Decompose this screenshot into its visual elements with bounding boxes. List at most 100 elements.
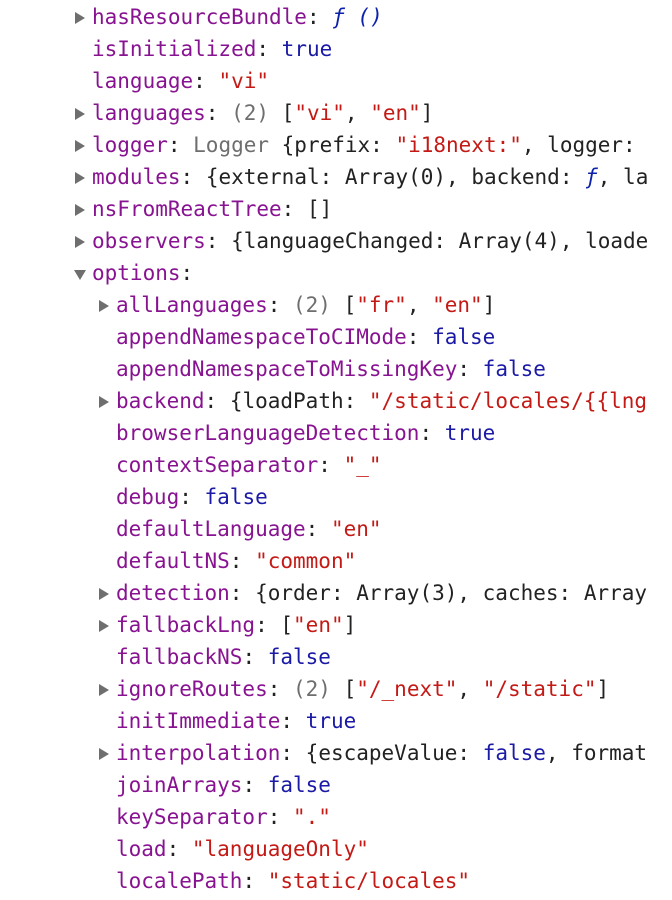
collapsed-triangle-icon[interactable]	[75, 172, 85, 184]
property-row-allLanguages[interactable]: allLanguages: (2) ["fr", "en"]	[0, 289, 672, 321]
value-bool: false	[267, 645, 331, 669]
property-row-fallbackNS: fallbackNS: false	[0, 641, 672, 673]
property-line: contextSeparator: "_"	[116, 449, 382, 481]
value-bool: true	[305, 709, 357, 733]
value-str: "vi"	[218, 69, 270, 93]
value-str: "/_next"	[356, 677, 458, 701]
colon: :	[281, 197, 307, 221]
property-row-appendNamespaceToMissingKey: appendNamespaceToMissingKey: false	[0, 353, 672, 385]
colon: :	[280, 741, 306, 765]
collapsed-triangle-icon[interactable]	[99, 748, 109, 760]
property-line: ignoreRoutes: (2) ["/_next", "/static"]	[116, 673, 609, 705]
property-row-observers[interactable]: observers: {languageChanged: Array(4), l…	[0, 225, 672, 257]
value-p: ,	[457, 677, 483, 701]
property-key: debug	[116, 485, 180, 509]
property-key: backend	[116, 389, 205, 413]
property-row-debug: debug: false	[0, 481, 672, 513]
expanded-triangle-icon[interactable]	[74, 270, 86, 280]
property-row-nsFromReactTree[interactable]: nsFromReactTree: []	[0, 193, 672, 225]
collapsed-triangle-icon[interactable]	[75, 204, 85, 216]
property-row-joinArrays: joinArrays: false	[0, 769, 672, 801]
property-row-load: load: "languageOnly"	[0, 833, 672, 865]
colon: :	[267, 805, 294, 829]
colon: :	[229, 549, 256, 573]
property-line: language: "vi"	[92, 65, 269, 97]
property-row-hasResourceBundle[interactable]: hasResourceBundle: ƒ ()	[0, 1, 672, 33]
colon: :	[242, 869, 268, 893]
property-row-appendNamespaceToCIMode: appendNamespaceToCIMode: false	[0, 321, 672, 353]
colon: :	[179, 485, 205, 509]
value-str: "_"	[343, 453, 382, 477]
property-row-language: language: "vi"	[0, 65, 672, 97]
value-bool: false	[204, 485, 268, 509]
colon: :	[242, 773, 268, 797]
value-p: ,	[406, 293, 433, 317]
property-row-keySeparator: keySeparator: "."	[0, 801, 672, 833]
value-str: "languageOnly"	[191, 837, 369, 861]
colon: :	[193, 69, 219, 93]
colon: :	[305, 517, 331, 541]
value-bool: false	[267, 773, 331, 797]
property-line: modules: {external: Array(0), backend: ƒ…	[92, 161, 648, 193]
value-str: "en"	[293, 613, 344, 637]
property-row-initImmediate: initImmediate: true	[0, 705, 672, 737]
property-row-interpolation[interactable]: interpolation: {escapeValue: false, form…	[0, 737, 672, 769]
value-fn: ƒ	[585, 165, 598, 189]
collapsed-triangle-icon[interactable]	[99, 588, 109, 600]
collapsed-triangle-icon[interactable]	[99, 396, 109, 408]
collapsed-triangle-icon[interactable]	[75, 140, 85, 152]
property-row-browserLanguageDetection: browserLanguageDetection: true	[0, 417, 672, 449]
property-line: fallbackLng: ["en"]	[116, 609, 356, 641]
property-key: fallbackLng	[116, 613, 256, 637]
property-key: appendNamespaceToMissingKey	[116, 357, 458, 381]
property-row-languages[interactable]: languages: (2) ["vi", "en"]	[0, 97, 672, 129]
colon: :	[180, 165, 206, 189]
collapsed-triangle-icon[interactable]	[75, 236, 85, 248]
property-row-ignoreRoutes[interactable]: ignoreRoutes: (2) ["/_next", "/static"]	[0, 673, 672, 705]
property-line: isInitialized: true	[92, 33, 332, 65]
property-key: allLanguages	[116, 293, 268, 317]
property-row-options[interactable]: options:	[0, 257, 672, 289]
value-p: , format	[545, 741, 648, 765]
property-row-modules[interactable]: modules: {external: Array(0), backend: ƒ…	[0, 161, 672, 193]
property-line: interpolation: {escapeValue: false, form…	[116, 737, 647, 769]
value-bool: false	[482, 357, 546, 381]
property-row-logger[interactable]: logger: Logger {prefix: "i18next:", logg…	[0, 129, 672, 161]
value-str: "i18next:"	[395, 133, 522, 157]
property-row-fallbackLng[interactable]: fallbackLng: ["en"]	[0, 609, 672, 641]
value-p: {languageChanged: Array(4), loade	[231, 229, 649, 253]
property-row-detection[interactable]: detection: {order: Array(3), caches: Arr…	[0, 577, 672, 609]
collapsed-triangle-icon[interactable]	[99, 620, 109, 632]
property-key: appendNamespaceToCIMode	[116, 325, 407, 349]
property-key: hasResourceBundle	[92, 5, 307, 29]
property-key: joinArrays	[116, 773, 243, 797]
property-key: defaultNS	[116, 549, 230, 573]
property-line: hasResourceBundle: ƒ ()	[92, 1, 383, 33]
value-str: "en"	[432, 293, 483, 317]
property-line: backend: {loadPath: "/static/locales/{{l…	[116, 385, 647, 417]
value-p: [	[330, 677, 357, 701]
value-fn: ƒ ()	[332, 5, 383, 29]
property-key: isInitialized	[92, 37, 257, 61]
colon: :	[229, 581, 256, 605]
property-line: fallbackNS: false	[116, 641, 331, 673]
collapsed-triangle-icon[interactable]	[99, 300, 109, 312]
value-bool: false	[482, 741, 546, 765]
property-row-backend[interactable]: backend: {loadPath: "/static/locales/{{l…	[0, 385, 672, 417]
collapsed-triangle-icon[interactable]	[75, 108, 85, 120]
value-p: []	[306, 197, 333, 221]
value-p: [	[330, 293, 357, 317]
property-row-isInitialized: isInitialized: true	[0, 33, 672, 65]
value-str: "."	[293, 805, 331, 829]
value-p: ]	[482, 293, 496, 317]
property-line: options:	[92, 257, 193, 289]
value-str: "fr"	[356, 293, 407, 317]
collapsed-triangle-icon[interactable]	[99, 684, 109, 696]
property-key: browserLanguageDetection	[116, 421, 420, 445]
value-gray: (2)	[293, 293, 331, 317]
property-line: logger: Logger {prefix: "i18next:", logg…	[92, 129, 648, 161]
property-line: debug: false	[116, 481, 268, 513]
property-key: localePath	[116, 869, 243, 893]
value-p: ]	[596, 677, 610, 701]
collapsed-triangle-icon[interactable]	[75, 12, 85, 24]
